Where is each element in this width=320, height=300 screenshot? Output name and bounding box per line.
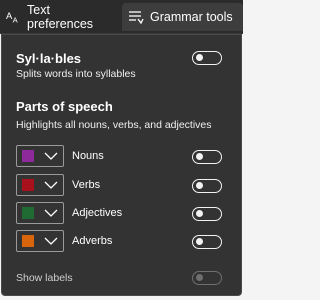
toggle-knob: [196, 274, 203, 281]
grammar-tools-button[interactable]: Grammar tools: [122, 3, 243, 31]
adverbs-toggle[interactable]: [192, 235, 222, 249]
show-labels-toggle[interactable]: [192, 271, 222, 285]
toggle-knob: [196, 210, 203, 217]
adverbs-color-swatch: [22, 235, 34, 247]
text-size-icon: A A: [6, 10, 18, 25]
adjectives-label: Adjectives: [72, 207, 123, 219]
chevron-down-icon: [44, 209, 58, 217]
adverbs-label: Adverbs: [72, 235, 113, 247]
nouns-toggle[interactable]: [192, 150, 222, 164]
grammar-lines-icon: [129, 11, 144, 25]
parts-of-speech-heading: Parts of speech: [16, 99, 113, 114]
adjectives-toggle[interactable]: [192, 207, 222, 221]
syllables-toggle[interactable]: [192, 51, 222, 65]
parts-of-speech-description: Highlights all nouns, verbs, and adjecti…: [16, 119, 212, 131]
chevron-down-icon: [44, 181, 58, 189]
chevron-down-icon: [44, 237, 58, 245]
adjectives-color-swatch: [22, 207, 34, 219]
verbs-toggle[interactable]: [192, 179, 222, 193]
nouns-label: Nouns: [72, 150, 104, 162]
grammar-tools-label: Grammar tools: [150, 10, 233, 24]
reader-toolbar: A A Text preferences Grammar tools: [0, 0, 243, 34]
verbs-label: Verbs: [72, 179, 101, 191]
chevron-down-icon: [44, 152, 58, 160]
text-preferences-label: Text preferences: [27, 3, 94, 31]
syllables-description: Splits words into syllables: [16, 68, 136, 80]
verbs-color-picker[interactable]: [16, 174, 64, 196]
adjectives-color-picker[interactable]: [16, 202, 64, 224]
grammar-tools-panel: Syl·la·bles Splits words into syllables …: [1, 34, 242, 296]
svg-text:A: A: [13, 16, 18, 25]
show-labels-label: Show labels: [16, 272, 73, 284]
adverbs-color-picker[interactable]: [16, 230, 64, 252]
toggle-knob: [196, 182, 203, 189]
nouns-color-swatch: [22, 150, 34, 162]
nouns-color-picker[interactable]: [16, 145, 64, 167]
syllables-heading: Syl·la·bles: [16, 51, 82, 66]
text-preferences-button[interactable]: A A Text preferences: [0, 3, 120, 31]
toggle-knob: [196, 153, 203, 160]
toggle-knob: [196, 238, 203, 245]
toggle-knob: [196, 54, 203, 61]
verbs-color-swatch: [22, 179, 34, 191]
